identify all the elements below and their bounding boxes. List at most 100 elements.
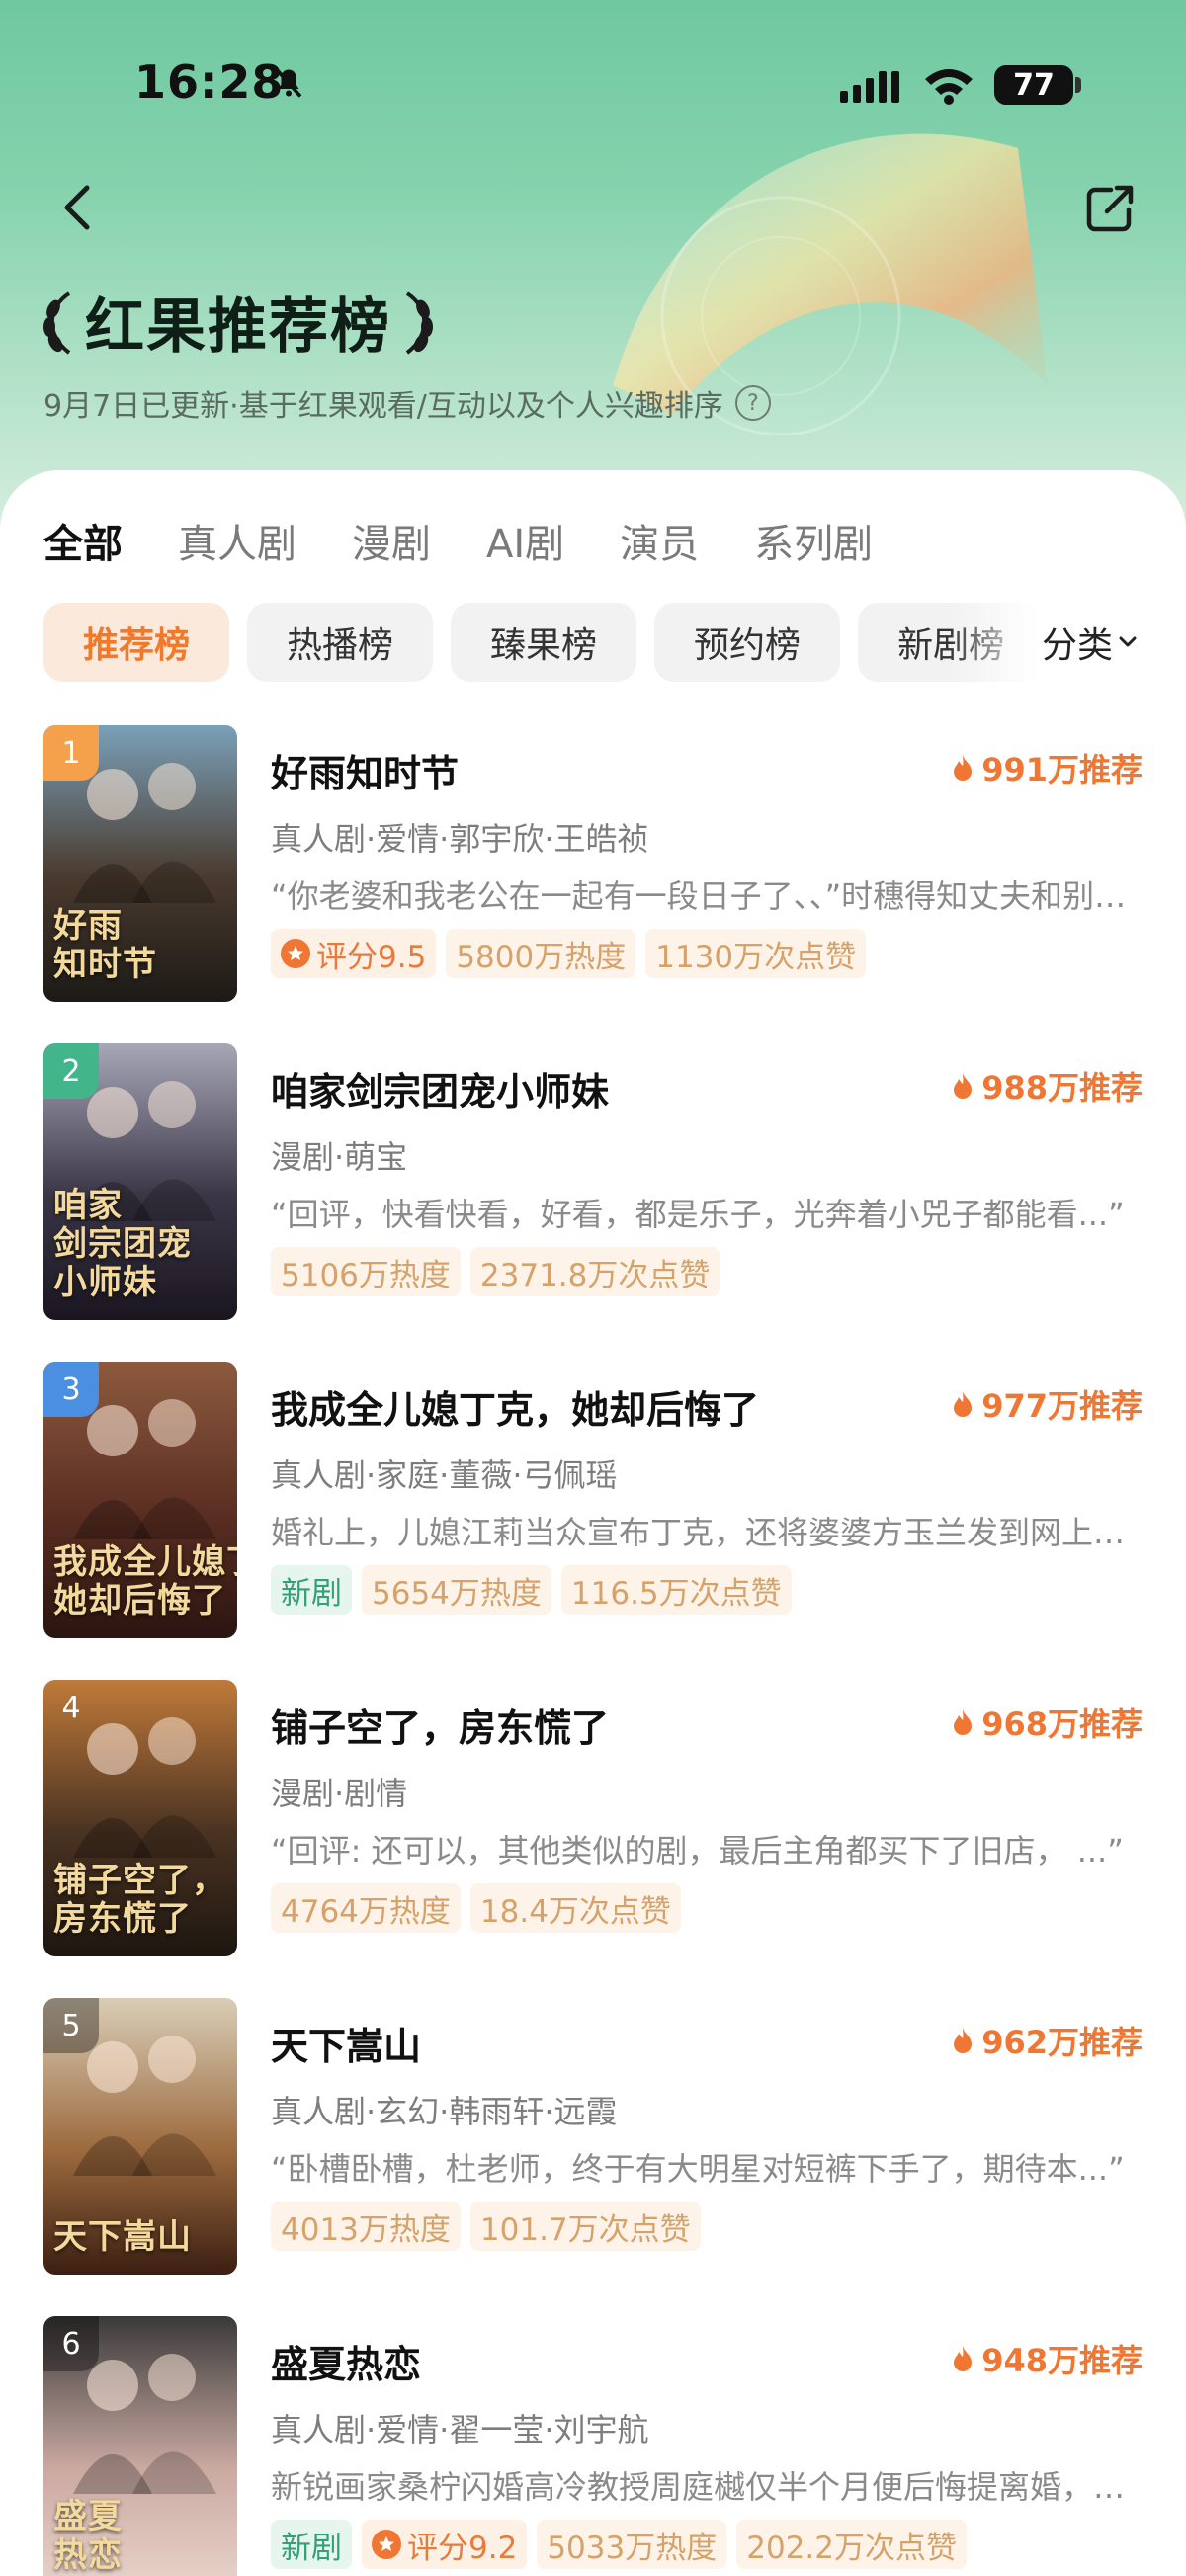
tag-text: 5654万热度 — [372, 1575, 542, 1612]
list-item[interactable]: 天下嵩山 5 天下嵩山 962万推荐 真人剧·玄幻·韩雨轩·远霞 “卧槽卧槽，杜… — [0, 1998, 1186, 2316]
chip-0[interactable]: 推荐榜 — [43, 603, 230, 682]
drama-meta: 真人剧·玄幻·韩雨轩·远霞 — [271, 2093, 618, 2130]
share-icon[interactable] — [1081, 180, 1139, 237]
tab-4[interactable]: 演员 — [620, 512, 699, 569]
drama-meta: 真人剧·爱情·郭宇欣·王皓祯 — [271, 820, 649, 858]
drama-description: “你老婆和我老公在一起有一段日子了、、”时穗得知丈夫和别人的老婆有染，两人决定联… — [271, 877, 1141, 915]
tab-0[interactable]: 全部 — [43, 512, 123, 569]
drama-description: “回评，快看快看，好看，都是乐子，光奔着小兕子都能看...” — [271, 1196, 1125, 1233]
mute-bell-icon — [275, 68, 302, 98]
drama-title[interactable]: 天下嵩山 — [271, 2016, 421, 2070]
drama-title[interactable]: 好雨知时节 — [271, 743, 459, 797]
flame-icon — [954, 2028, 973, 2053]
tag-rating: 评分9.5 — [271, 929, 437, 978]
drama-poster[interactable]: 好雨 知时节 1 — [43, 725, 237, 1002]
status-bar: 16:28 77 — [0, 0, 1186, 148]
laurel-right-icon — [405, 291, 433, 355]
tab-3[interactable]: AI剧 — [486, 512, 564, 569]
content-sheet: 全部真人剧漫剧 AI剧演员系列剧 推荐榜热播榜臻果榜预约榜新剧榜 分类 好雨 知时… — [0, 470, 1186, 2576]
list-item[interactable]: 我成全儿媳丁克， 她却后悔了 3 我成全儿媳丁克，她却后悔了 977万推荐 真人… — [0, 1362, 1186, 1680]
tag-heat: 5106万热度 — [271, 1247, 461, 1296]
recommend-count: 968万推荐 — [952, 1700, 1143, 1745]
help-icon[interactable]: ? — [734, 385, 771, 421]
drama-meta: 漫剧·剧情 — [271, 1775, 408, 1812]
tag-text: 1130万次点赞 — [655, 939, 857, 975]
star-badge-icon — [372, 2530, 401, 2559]
recommend-count-text: 962万推荐 — [981, 2024, 1143, 2061]
recommend-count: 977万推荐 — [952, 1381, 1143, 1427]
tag-heat: 116.5万次点赞 — [560, 1565, 792, 1615]
tag-text: 202.2万次点赞 — [746, 2530, 957, 2566]
rank-badge: 1 — [43, 725, 99, 781]
drama-poster[interactable]: 我成全儿媳丁克， 她却后悔了 3 — [43, 1362, 237, 1638]
back-arrow-icon[interactable] — [51, 180, 107, 235]
recommend-count-text: 968万推荐 — [981, 1705, 1143, 1743]
drama-tags: 4013万热度 101.7万次点赞 — [271, 2202, 711, 2251]
chip-1[interactable]: 热播榜 — [247, 603, 434, 682]
recommend-count-text: 991万推荐 — [981, 751, 1143, 789]
poster-title-art: 好雨 知时节 — [53, 905, 157, 984]
tag-heat: 5654万热度 — [362, 1565, 551, 1615]
chip-2[interactable]: 臻果榜 — [451, 603, 637, 682]
wifi-icon — [925, 69, 973, 105]
tag-text: 18.4万次点赞 — [479, 1893, 671, 1930]
tag-new: 新剧 — [271, 2520, 352, 2569]
update-subtitle: 9月7日已更新·基于红果观看/互动以及个人兴趣排序 ? — [43, 381, 771, 425]
chevron-down-icon — [1119, 636, 1137, 647]
drama-title[interactable]: 盛夏热恋 — [271, 2334, 421, 2388]
drama-title[interactable]: 咱家剑宗团宠小师妹 — [271, 1061, 609, 1116]
poster-title-art: 铺子空了， 房东慌了 — [53, 1860, 226, 1939]
list-item[interactable]: 好雨 知时节 1 好雨知时节 991万推荐 真人剧·爱情·郭宇欣·王皓祯 “你老… — [0, 725, 1186, 1043]
rank-badge: 6 — [43, 2316, 99, 2371]
page-title: 红果推荐榜 — [85, 292, 391, 362]
tag-text: 116.5万次点赞 — [570, 1575, 782, 1612]
tag-text: 5800万热度 — [456, 939, 627, 975]
category-filter-button[interactable]: 分类 — [1036, 603, 1144, 682]
drama-title[interactable]: 我成全儿媳丁克，她却后悔了 — [271, 1379, 759, 1434]
drama-description: 新锐画家桑柠闪婚高冷教授周庭樾仅半个月便后悔提离婚，却发现他暗恋自己多年 — [271, 2468, 1141, 2506]
tag-text: 2371.8万次点赞 — [479, 1257, 711, 1293]
flame-icon — [954, 1391, 973, 1417]
tag-heat: 4764万热度 — [271, 1883, 461, 1933]
tag-new: 新剧 — [271, 1565, 352, 1615]
list-item[interactable]: 盛夏 热恋 6 盛夏热恋 948万推荐 真人剧·爱情·翟一莹·刘宇航 新锐画家桑… — [0, 2316, 1186, 2576]
rank-badge: 2 — [43, 1043, 99, 1099]
drama-list: 好雨 知时节 1 好雨知时节 991万推荐 真人剧·爱情·郭宇欣·王皓祯 “你老… — [0, 725, 1186, 2576]
recommend-count: 948万推荐 — [952, 2336, 1143, 2381]
list-item[interactable]: 咱家 剑宗团宠 小师妹 2 咱家剑宗团宠小师妹 988万推荐 漫剧·萌宝 “回评… — [0, 1043, 1186, 1362]
drama-poster[interactable]: 天下嵩山 5 — [43, 1998, 237, 2275]
tab-5[interactable]: 系列剧 — [754, 512, 873, 569]
chips-fade — [949, 603, 1038, 682]
drama-poster[interactable]: 咱家 剑宗团宠 小师妹 2 — [43, 1043, 237, 1320]
drama-poster[interactable]: 盛夏 热恋 6 — [43, 2316, 237, 2576]
tag-heat: 2371.8万次点赞 — [469, 1247, 720, 1296]
flame-icon — [954, 1709, 973, 1735]
tag-text: 评分9.5 — [316, 939, 427, 975]
ranking-chips: 推荐榜热播榜臻果榜预约榜新剧榜 — [43, 603, 1061, 682]
tag-text: 新剧 — [281, 1575, 342, 1612]
rank-badge: 4 — [61, 1690, 81, 1725]
drama-poster[interactable]: 铺子空了， 房东慌了 4 — [43, 1680, 237, 1956]
tab-1[interactable]: 真人剧 — [178, 512, 296, 569]
laurel-left-icon — [43, 291, 71, 355]
tag-text: 5106万热度 — [281, 1257, 451, 1293]
star-badge-icon — [281, 939, 310, 968]
poster-title-art: 我成全儿媳丁克， 她却后悔了 — [53, 1541, 237, 1620]
rank-badge: 3 — [43, 1362, 99, 1417]
drama-title[interactable]: 铺子空了，房东慌了 — [271, 1698, 609, 1752]
tag-heat: 202.2万次点赞 — [736, 2520, 967, 2569]
poster-title-art: 盛夏 热恋 — [53, 2496, 123, 2575]
drama-tags: 评分9.5 5800万热度 1130万次点赞 — [271, 929, 876, 978]
drama-tags: 4764万热度 18.4万次点赞 — [271, 1883, 691, 1933]
recommend-count: 991万推荐 — [952, 745, 1143, 790]
drama-description: “回评: 还可以，其他类似的剧，最后主角都买下了旧店， ...” — [271, 1832, 1124, 1870]
tag-text: 101.7万次点赞 — [479, 2211, 691, 2248]
list-item[interactable]: 铺子空了， 房东慌了 4 铺子空了，房东慌了 968万推荐 漫剧·剧情 “回评:… — [0, 1680, 1186, 1998]
poster-title-art: 天下嵩山 — [53, 2216, 192, 2257]
tag-heat: 4013万热度 — [271, 2202, 461, 2251]
recommend-count-text: 988万推荐 — [981, 1069, 1143, 1107]
drama-meta: 真人剧·家庭·董薇·弓佩瑶 — [271, 1456, 618, 1494]
recommend-count: 962万推荐 — [952, 2018, 1143, 2063]
chip-3[interactable]: 预约榜 — [654, 603, 841, 682]
tab-2[interactable]: 漫剧 — [352, 512, 431, 569]
